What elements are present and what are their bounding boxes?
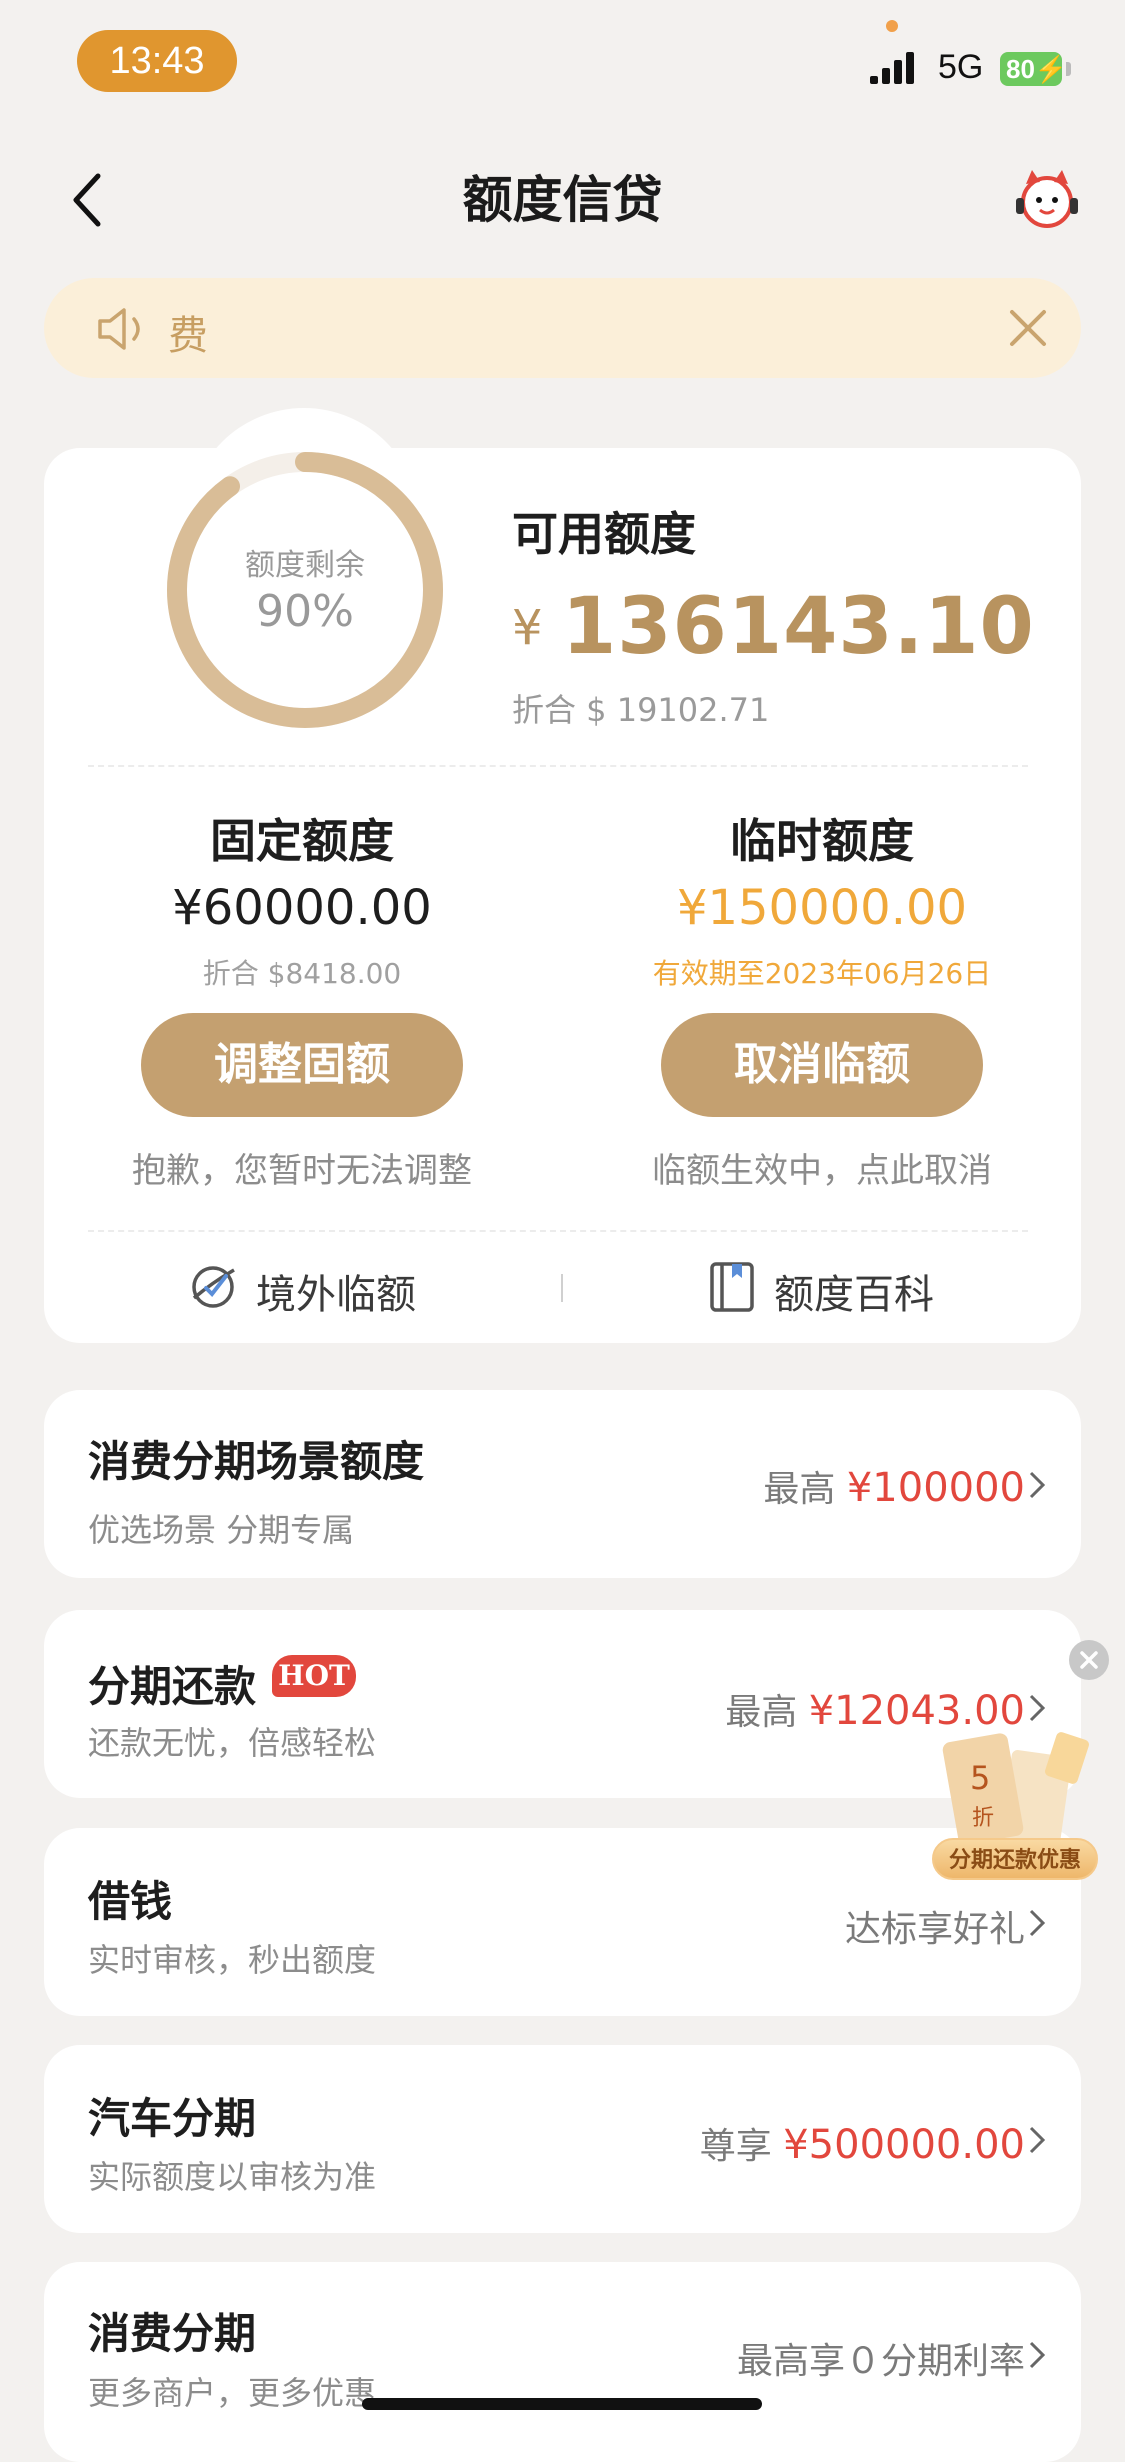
- fixed-title: 固定额度: [210, 814, 394, 868]
- item-subtitle: 实际额度以审核为准: [88, 2158, 377, 2196]
- temporary-note[interactable]: 临额生效中，点此取消: [562, 1143, 1082, 1192]
- signal-icon: [870, 52, 914, 84]
- item-right-value: 最高享０分期利率: [737, 2332, 1025, 2384]
- item-right-value: 最高 ¥100000: [763, 1460, 1025, 1512]
- item-right-prefix: 尊享: [699, 2126, 772, 2167]
- chevron-right-icon: [1029, 2126, 1046, 2154]
- home-indicator: [362, 2398, 762, 2410]
- notice-text: 费: [168, 313, 208, 359]
- chevron-right-icon: [1029, 1471, 1046, 1499]
- mascot-icon[interactable]: [1012, 168, 1082, 230]
- item-right-prefix: 最高: [725, 1692, 798, 1733]
- item-right-value: 达标享好礼: [845, 1900, 1025, 1952]
- item-right-prefix: 达标享好礼: [844, 1909, 1025, 1950]
- speaker-icon: [98, 308, 140, 350]
- overseas-icon: [192, 1266, 235, 1308]
- discount-number: 5: [970, 1759, 990, 1797]
- available-usd: 折合 $ 19102.71: [512, 691, 770, 729]
- status-time: 13:43: [77, 30, 237, 92]
- fixed-amount: ¥60000.00: [172, 880, 432, 936]
- encyclopedia-link[interactable]: 额度百科: [774, 1262, 934, 1320]
- adjust-fixed-button[interactable]: 调整固额: [141, 1013, 463, 1117]
- item-right-amount: ¥500000.00: [783, 2122, 1025, 2168]
- item-subtitle: 更多商户，更多优惠: [88, 2374, 377, 2412]
- item-right-prefix: 最高享０分期利率: [736, 2341, 1025, 2382]
- promo-label[interactable]: 分期还款优惠: [932, 1838, 1098, 1880]
- available-amount: 136143.10: [562, 582, 1035, 672]
- close-icon[interactable]: [1006, 306, 1050, 350]
- currency-symbol: ¥: [512, 600, 543, 656]
- battery-tip: [1066, 62, 1071, 76]
- cancel-temporary-button[interactable]: 取消临额: [661, 1013, 983, 1117]
- chevron-right-icon: [1029, 1694, 1046, 1722]
- available-title: 可用额度: [512, 507, 696, 561]
- book-icon: [710, 1262, 754, 1312]
- page-title: 额度信贷: [462, 171, 663, 229]
- fixed-usd: 折合 $8418.00: [202, 957, 402, 990]
- item-title: 消费分期场景额度: [88, 1437, 425, 1486]
- ring-percent: 90%: [256, 586, 354, 637]
- link-separator: [561, 1274, 563, 1302]
- temporary-title: 临时额度: [730, 814, 914, 868]
- overseas-link[interactable]: 境外临额: [256, 1262, 416, 1320]
- item-title: 汽车分期: [88, 2094, 257, 2143]
- item-right-value: 尊享 ¥500000.00: [700, 2117, 1025, 2169]
- promo-close-button[interactable]: [1069, 1640, 1109, 1680]
- divider: [88, 1230, 1028, 1232]
- item-subtitle: 还款无忧，倍感轻松: [88, 1724, 377, 1762]
- hot-badge: HOT: [272, 1655, 356, 1697]
- battery-icon: 80⚡: [1000, 52, 1067, 86]
- chevron-right-icon: [1029, 2341, 1046, 2369]
- item-right-amount: ¥100000: [846, 1465, 1025, 1511]
- fixed-note: 抱歉，您暂时无法调整: [132, 1151, 472, 1191]
- item-subtitle: 优选场景 分期专属: [88, 1511, 355, 1549]
- privacy-indicator-dot: [886, 20, 898, 32]
- item-title: 分期还款: [88, 1662, 257, 1711]
- battery-level: 80: [1006, 54, 1035, 84]
- item-title: 消费分期: [88, 2309, 257, 2358]
- discount-unit: 折: [972, 1806, 994, 1831]
- item-title: 借钱: [88, 1877, 173, 1926]
- item-subtitle: 实时审核，秒出额度: [88, 1941, 377, 1979]
- item-right-prefix: 最高: [763, 1469, 836, 1510]
- temporary-amount: ¥150000.00: [676, 880, 968, 936]
- chevron-right-icon: [1029, 1909, 1046, 1937]
- temporary-validity: 有效期至2023年06月26日: [652, 957, 992, 990]
- close-icon: [1080, 1651, 1098, 1669]
- network-type: 5G: [938, 48, 984, 86]
- ring-label: 额度剩余: [245, 548, 365, 583]
- divider: [88, 765, 1028, 767]
- coupon-icon[interactable]: 5 折: [940, 1725, 1100, 1855]
